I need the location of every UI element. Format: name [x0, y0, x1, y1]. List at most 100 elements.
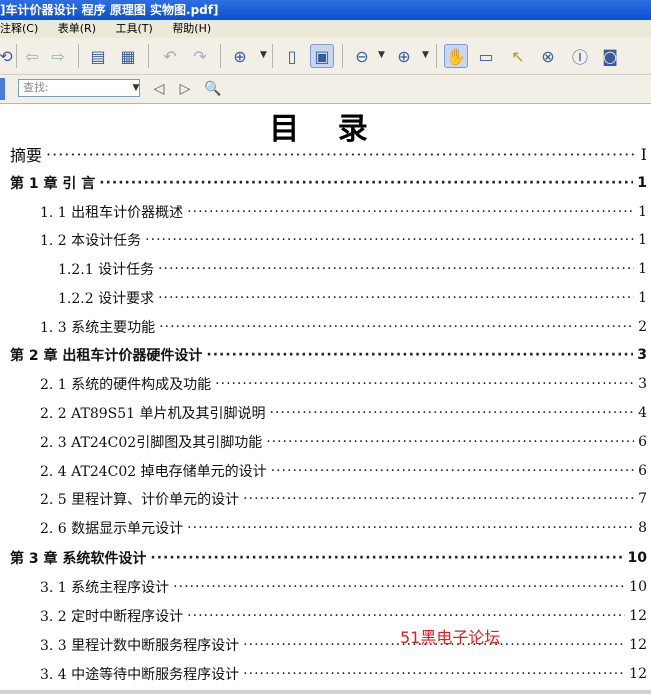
- find-next-icon[interactable]: ▷: [174, 78, 196, 100]
- toc-entry-page: 1: [638, 204, 647, 220]
- toc-entry-page: 12: [629, 666, 647, 682]
- toc-entry-page: 3: [637, 347, 647, 363]
- toc-entry-page: 6: [638, 434, 647, 450]
- toc-leader-dots: [173, 579, 625, 595]
- toc-entry[interactable]: 2. 1 系统的硬件构成及功能 3: [0, 370, 651, 398]
- zoom-out-circle-icon[interactable]: ⊖: [350, 44, 374, 68]
- toc-entry[interactable]: 2. 5 里程计算、计价单元的设计 7: [0, 485, 651, 513]
- text-tool-icon[interactable]: Ⓘ: [568, 44, 592, 68]
- toc-entry-label: 3. 1 系统主程序设计: [40, 580, 170, 596]
- menu-bar: 注释(C) 表单(R) 工具(T) 帮助(H): [0, 20, 651, 39]
- toc-entry-label: 2. 6 数据显示单元设计: [40, 521, 184, 537]
- toc-entry[interactable]: 1.2.2 设计要求 1: [0, 284, 651, 312]
- main-toolbar: ⟲ ⇦ ⇨ ▤ ▦ ↶ ↷ ⊕ ▼ ▯ ▣ ⊖ ▼ ⊕ ▼ ✋ ▭ ↖ ⊗ Ⓘ …: [0, 38, 651, 75]
- zoom-in-circle-icon[interactable]: ⊕: [392, 44, 416, 68]
- binoculars-icon[interactable]: ⊗: [536, 44, 560, 68]
- toc-leader-dots: [271, 463, 634, 479]
- search-options-icon[interactable]: 🔍: [202, 78, 224, 100]
- toc-entry[interactable]: 3. 1 系统主程序设计 10: [0, 573, 651, 601]
- toc-entry[interactable]: 3. 2 定时中断程序设计 12: [0, 602, 651, 630]
- search-dropdown-icon[interactable]: ▼: [130, 79, 142, 97]
- toc-entry[interactable]: 1. 2 本设计任务 1: [0, 226, 651, 254]
- find-previous-icon[interactable]: ◁: [148, 78, 170, 100]
- toc-leader-dots: [243, 666, 625, 682]
- search-placeholder: 查找:: [23, 81, 49, 94]
- toc-entry[interactable]: 第 1 章 引 言 1: [0, 169, 651, 197]
- toc-leader-dots: [158, 290, 634, 306]
- toc-entry[interactable]: 1.2.1 设计任务 1: [0, 255, 651, 283]
- toc-entry-label: 1. 2 本设计任务: [40, 233, 142, 249]
- status-bar: [0, 690, 651, 694]
- window-title-bar: ]车计价器设计 程序 原理图 实物图.pdf]: [0, 0, 651, 20]
- toc-entry-page: 7: [638, 491, 647, 507]
- toc-entry-label: 1. 1 出租车计价器概述: [40, 205, 184, 221]
- toc-entry-label: 2. 3 AT24C02引脚图及其引脚功能: [40, 435, 263, 451]
- toc-entry-page: 6: [638, 463, 647, 479]
- actual-size-icon[interactable]: ▣: [310, 44, 334, 68]
- toc-leader-dots: [187, 204, 634, 220]
- zoom-dropdown-icon[interactable]: ▼: [260, 50, 267, 60]
- toc-entry-page: I: [640, 144, 647, 164]
- toc-entry[interactable]: 1. 1 出租车计价器概述 1: [0, 198, 651, 226]
- back-icon[interactable]: ⇦: [20, 44, 44, 68]
- toc-entry[interactable]: 2. 3 AT24C02引脚图及其引脚功能 6: [0, 428, 651, 456]
- toc-entry-page: 3: [638, 376, 647, 392]
- toc-entry-page: 10: [627, 550, 647, 566]
- toc-entry-label: 第 3 章 系统软件设计: [10, 551, 147, 567]
- toc-entry[interactable]: 2. 6 数据显示单元设计 8: [0, 514, 651, 542]
- toc-entry-page: 10: [629, 579, 647, 595]
- search-input[interactable]: 查找:: [18, 79, 140, 97]
- toc-leader-dots: [187, 608, 625, 624]
- zoom-in-icon[interactable]: ⊕: [228, 44, 252, 68]
- toc-entry[interactable]: 摘要 I: [0, 140, 651, 168]
- toc-entry-label: 2. 1 系统的硬件构成及功能: [40, 377, 212, 393]
- toc-entry-page: 1: [638, 261, 647, 277]
- menu-forms[interactable]: 表单(R): [58, 22, 96, 35]
- watermark: 51黑电子论坛: [400, 628, 501, 647]
- toc-entry-label: 2. 2 AT89S51 单片机及其引脚说明: [40, 406, 266, 422]
- search-toolbar: 查找: ▼ ◁ ▷ 🔍: [0, 75, 651, 104]
- pointer-icon[interactable]: ↖: [506, 44, 530, 68]
- print-icon[interactable]: ▦: [116, 44, 140, 68]
- zoom-in-dropdown-icon[interactable]: ▼: [422, 50, 429, 60]
- toc-leader-dots: [159, 319, 634, 335]
- toc-entry[interactable]: 2. 4 AT24C02 掉电存储单元的设计 6: [0, 457, 651, 485]
- menu-tools[interactable]: 工具(T): [116, 22, 153, 35]
- toc-leader-dots: [266, 434, 634, 450]
- toc-entry-label: 第 2 章 出租车计价器硬件设计: [10, 348, 203, 364]
- forward-icon[interactable]: ⇨: [46, 44, 70, 68]
- toc-entry[interactable]: 3. 3 里程计数中断服务程序设计 12: [0, 631, 651, 659]
- zoom-out-dropdown-icon[interactable]: ▼: [378, 50, 385, 60]
- undo-icon[interactable]: ↶: [158, 44, 182, 68]
- toc-leader-dots: [270, 405, 635, 421]
- toc-leader-dots: [206, 347, 633, 363]
- toc-leader-dots: [145, 232, 634, 248]
- toc-entry[interactable]: 第 3 章 系统软件设计 10: [0, 544, 651, 572]
- toc-entry-label: 第 1 章 引 言: [10, 176, 96, 192]
- redo-icon[interactable]: ↷: [188, 44, 212, 68]
- menu-annotate[interactable]: 注释(C): [0, 22, 38, 35]
- toc-leader-dots: [158, 261, 634, 277]
- toc-entry-page: 4: [638, 405, 647, 421]
- hand-icon[interactable]: ✋: [444, 44, 468, 68]
- snapshot-icon[interactable]: ◙: [598, 44, 622, 68]
- toc-entry-label: 1.2.1 设计任务: [58, 262, 155, 278]
- save-icon[interactable]: ▤: [86, 44, 110, 68]
- toc-entry-label: 2. 4 AT24C02 掉电存储单元的设计: [40, 464, 267, 480]
- toc-leader-dots: [187, 520, 634, 536]
- toc-entry-page: 12: [629, 637, 647, 653]
- menu-help[interactable]: 帮助(H): [172, 22, 211, 35]
- text-select-icon[interactable]: ▭: [474, 44, 498, 68]
- toc-entry-label: 1.2.2 设计要求: [58, 291, 155, 307]
- toc-leader-dots: [243, 491, 634, 507]
- toc-entry-page: 1: [638, 232, 647, 248]
- toc-entry[interactable]: 3. 4 中途等待中断服务程序设计 12: [0, 660, 651, 688]
- toc-leader-dots: [215, 376, 634, 392]
- fit-page-icon[interactable]: ▯: [280, 44, 304, 68]
- toc-entry[interactable]: 2. 2 AT89S51 单片机及其引脚说明 4: [0, 399, 651, 427]
- toc-entry-label: 摘要: [10, 146, 43, 165]
- toc-entry-page: 8: [638, 520, 647, 536]
- toc-entry[interactable]: 1. 3 系统主要功能 2: [0, 313, 651, 341]
- toc-leader-dots: [150, 550, 623, 566]
- toc-entry[interactable]: 第 2 章 出租车计价器硬件设计 3: [0, 341, 651, 369]
